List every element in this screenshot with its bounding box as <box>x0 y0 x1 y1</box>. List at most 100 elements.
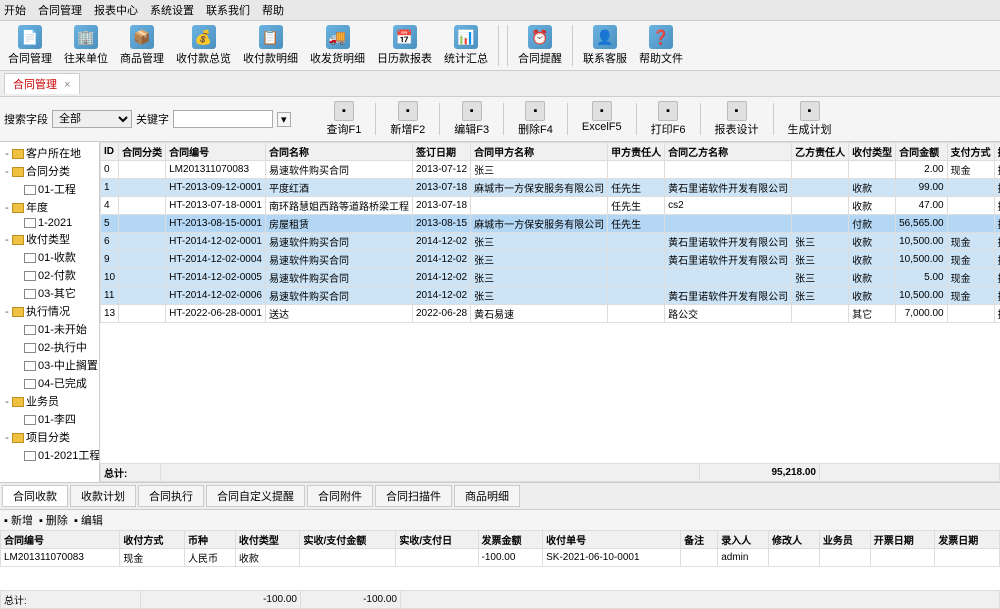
table-row[interactable]: 6HT-2014-12-02-0001易速软件购买合同2014-12-02张三黄… <box>101 233 1000 251</box>
table-row[interactable]: 9HT-2014-12-02-0004易速软件购买合同2014-12-02张三黄… <box>101 251 1000 269</box>
tool-往来单位[interactable]: 🏢往来单位 <box>58 23 114 68</box>
subtab-合同自定义提醒[interactable]: 合同自定义提醒 <box>206 485 305 507</box>
合同提醒-icon: ⏰ <box>528 25 552 49</box>
subbtn-删除[interactable]: ▪ 删除 <box>39 512 68 528</box>
scol-发票金额[interactable]: 发票金额 <box>478 531 543 549</box>
btn-新增F2[interactable]: ▪新增F2 <box>382 101 433 137</box>
scol-发票日期[interactable]: 发票日期 <box>935 531 1000 549</box>
tool-帮助文件[interactable]: ❓帮助文件 <box>633 23 689 68</box>
close-icon[interactable]: × <box>64 79 70 91</box>
tool-统计汇总[interactable]: 📊统计汇总 <box>438 23 494 68</box>
col-支付方式[interactable]: 支付方式 <box>947 143 994 161</box>
col-合同金额[interactable]: 合同金额 <box>896 143 948 161</box>
tree-03-中止搁置[interactable]: 03-中止搁置 <box>2 356 97 374</box>
tree-01-李四[interactable]: 01-李四 <box>2 410 97 428</box>
menu-联系我们[interactable]: 联系我们 <box>206 2 250 18</box>
tool-商品管理[interactable]: 📦商品管理 <box>114 23 170 68</box>
scol-收付方式[interactable]: 收付方式 <box>120 531 185 549</box>
col-合同乙方名称[interactable]: 合同乙方名称 <box>665 143 792 161</box>
scol-录入人[interactable]: 录入人 <box>718 531 769 549</box>
table-row[interactable]: LM201311070083现金人民币收款-100.00SK-2021-06-1… <box>1 549 1000 567</box>
table-row[interactable]: 5HT-2013-08-15-0001房屋租赁2013-08-15麻城市一方保安… <box>101 215 1000 233</box>
tree-01-未开始[interactable]: 01-未开始 <box>2 320 97 338</box>
menu-系统设置[interactable]: 系统设置 <box>150 2 194 18</box>
scol-业务员[interactable]: 业务员 <box>819 531 870 549</box>
folder-icon <box>12 307 24 317</box>
tree-01-2021工程[interactable]: 01-2021工程 <box>2 446 97 464</box>
scol-收付单号[interactable]: 收付单号 <box>543 531 681 549</box>
table-row[interactable]: 13HT-2022-06-28-0001送达2022-06-28黄石易速路公交其… <box>101 305 1000 323</box>
tree-项目分类[interactable]: -项目分类 <box>2 428 97 446</box>
subbtn-新增[interactable]: ▪ 新增 <box>4 512 33 528</box>
tool-日历款报表[interactable]: 📅日历款报表 <box>371 23 438 68</box>
search-field-select[interactable]: 全部 <box>52 110 132 128</box>
btn-ExcelF5[interactable]: ▪ExcelF5 <box>574 101 630 137</box>
tree-03-其它[interactable]: 03-其它 <box>2 284 97 302</box>
scol-合同编号[interactable]: 合同编号 <box>1 531 120 549</box>
col-合同甲方名称[interactable]: 合同甲方名称 <box>471 143 608 161</box>
btn-查询F1[interactable]: ▪查询F1 <box>319 101 370 137</box>
subtab-合同扫描件[interactable]: 合同扫描件 <box>375 485 452 507</box>
subtab-合同收款[interactable]: 合同收款 <box>2 485 68 507</box>
scol-币种[interactable]: 币种 <box>185 531 236 549</box>
tab-contract-mgmt[interactable]: 合同管理 × <box>4 73 80 94</box>
dropdown-icon[interactable]: ▾ <box>277 112 291 127</box>
col-乙方责任人[interactable]: 乙方责任人 <box>792 143 849 161</box>
btn-编辑F3[interactable]: ▪编辑F3 <box>446 101 497 137</box>
search-input[interactable] <box>173 110 273 128</box>
subtab-合同执行[interactable]: 合同执行 <box>138 485 204 507</box>
tree-收付类型[interactable]: -收付类型 <box>2 230 97 248</box>
scol-修改人[interactable]: 修改人 <box>769 531 820 549</box>
menu-报表中心[interactable]: 报表中心 <box>94 2 138 18</box>
menu-帮助[interactable]: 帮助 <box>262 2 284 18</box>
tree-年度[interactable]: -年度 <box>2 198 97 216</box>
subtab-商品明细[interactable]: 商品明细 <box>454 485 520 507</box>
tool-合同提醒[interactable]: ⏰合同提醒 <box>512 23 568 68</box>
contract-grid[interactable]: ID合同分类合同编号合同名称签订日期合同甲方名称甲方责任人合同乙方名称乙方责任人… <box>100 142 1000 463</box>
search-field-label: 搜索字段 <box>4 111 48 127</box>
scol-实收/支付日[interactable]: 实收/支付日 <box>396 531 478 549</box>
tool-合同管理[interactable]: 📄合同管理 <box>2 23 58 68</box>
scol-实收/支付金额[interactable]: 实收/支付金额 <box>300 531 396 549</box>
tree-业务员[interactable]: -业务员 <box>2 392 97 410</box>
scol-备注[interactable]: 备注 <box>681 531 718 549</box>
table-row[interactable]: 10HT-2014-12-02-0005易速软件购买合同2014-12-02张三… <box>101 269 1000 287</box>
col-收付类型[interactable]: 收付类型 <box>849 143 896 161</box>
table-row[interactable]: 0LM201311070083易速软件购买合同2013-07-12张三2.00现… <box>101 161 1000 179</box>
col-执行情况[interactable]: 执行情况 <box>994 143 1000 161</box>
menu-开始[interactable]: 开始 <box>4 2 26 18</box>
tree-合同分类[interactable]: -合同分类 <box>2 162 97 180</box>
btn-打印F6[interactable]: ▪打印F6 <box>643 101 694 137</box>
col-合同名称[interactable]: 合同名称 <box>265 143 412 161</box>
tool-收付款明细[interactable]: 📋收付款明细 <box>237 23 304 68</box>
col-ID[interactable]: ID <box>101 143 119 161</box>
col-合同编号[interactable]: 合同编号 <box>166 143 266 161</box>
sub-grid[interactable]: 合同编号收付方式币种收付类型实收/支付金额实收/支付日发票金额收付单号备注录入人… <box>0 530 1000 590</box>
table-row[interactable]: 11HT-2014-12-02-0006易速软件购买合同2014-12-02张三… <box>101 287 1000 305</box>
subtab-收款计划[interactable]: 收款计划 <box>70 485 136 507</box>
col-合同分类[interactable]: 合同分类 <box>119 143 166 161</box>
tree-01-工程[interactable]: 01-工程 <box>2 180 97 198</box>
btn-生成计划[interactable]: ▪生成计划 <box>780 101 840 137</box>
tool-收发货明细[interactable]: 🚚收发货明细 <box>304 23 371 68</box>
scol-开票日期[interactable]: 开票日期 <box>870 531 935 549</box>
tool-联系客服[interactable]: 👤联系客服 <box>577 23 633 68</box>
tree-执行情况[interactable]: -执行情况 <box>2 302 97 320</box>
subbtn-编辑[interactable]: ▪ 编辑 <box>74 512 103 528</box>
tree-04-已完成[interactable]: 04-已完成 <box>2 374 97 392</box>
tree-客户所在地[interactable]: -客户所在地 <box>2 144 97 162</box>
btn-报表设计[interactable]: ▪报表设计 <box>707 101 767 137</box>
table-row[interactable]: 1HT-2013-09-12-0001平度红酒2013-07-18麻城市一方保安… <box>101 179 1000 197</box>
menu-合同管理[interactable]: 合同管理 <box>38 2 82 18</box>
tree-02-付款[interactable]: 02-付款 <box>2 266 97 284</box>
subtab-合同附件[interactable]: 合同附件 <box>307 485 373 507</box>
btn-删除F4[interactable]: ▪删除F4 <box>510 101 561 137</box>
tree-01-收款[interactable]: 01-收款 <box>2 248 97 266</box>
tree-1-2021[interactable]: 1-2021 <box>2 216 97 230</box>
col-甲方责任人[interactable]: 甲方责任人 <box>608 143 665 161</box>
tool-收付款总览[interactable]: 💰收付款总览 <box>170 23 237 68</box>
tree-02-执行中[interactable]: 02-执行中 <box>2 338 97 356</box>
scol-收付类型[interactable]: 收付类型 <box>235 531 300 549</box>
table-row[interactable]: 4HT-2013-07-18-0001南环路慧姐西路等道路桥梁工程2013-07… <box>101 197 1000 215</box>
col-签订日期[interactable]: 签订日期 <box>412 143 470 161</box>
